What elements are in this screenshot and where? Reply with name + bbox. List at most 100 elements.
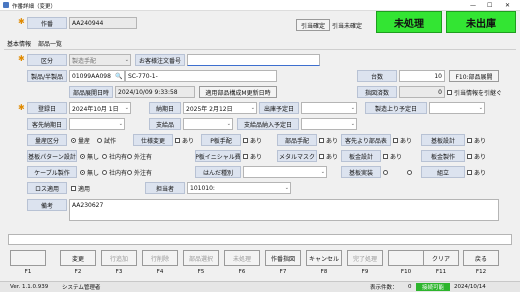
message-bar xyxy=(8,234,512,245)
check-box[interactable] xyxy=(467,137,472,143)
kyaku-buhin-checkbox[interactable]: あり xyxy=(393,134,412,146)
fkey-label: F1 xyxy=(24,269,32,275)
hanrou-seisaku-checkbox[interactable]: あり xyxy=(467,150,486,162)
fkey-button-f2[interactable]: 変更 xyxy=(60,250,96,266)
radio-on[interactable] xyxy=(80,169,85,175)
shikyu-field[interactable]: ⌄ xyxy=(183,118,233,130)
fkey-button-f1[interactable] xyxy=(10,250,46,266)
maximize-icon[interactable]: ☐ xyxy=(487,0,492,11)
biko-textarea[interactable]: AA230627 xyxy=(69,199,499,221)
connection-badge: 接続可能 xyxy=(416,283,451,291)
buhin-tehai-checkbox[interactable]: あり xyxy=(319,134,338,146)
tab-basic-info[interactable]: 基本情報 xyxy=(7,39,31,48)
ryousan-radio-mass[interactable]: 量産 xyxy=(71,134,90,146)
fkey-label: F3 xyxy=(115,269,123,275)
seihin-label: 製品/半製品 xyxy=(27,70,67,82)
chevron-down-icon: ⌄ xyxy=(124,57,129,63)
search-icon[interactable]: 🔍 xyxy=(115,70,122,82)
f10-expand-button[interactable]: F10:部品展開 xyxy=(449,70,499,82)
radio-off[interactable] xyxy=(102,153,107,159)
fkey-button-f9[interactable]: 完了処理 xyxy=(347,250,383,266)
opt-text: あり xyxy=(474,169,487,177)
lot-checkbox[interactable]: 適用 xyxy=(71,182,90,194)
check-box[interactable] xyxy=(393,137,398,143)
radio-off[interactable] xyxy=(383,169,388,175)
close-icon[interactable]: ✕ xyxy=(505,0,510,11)
tekiyo-update-button[interactable]: 適用部品構成M更新日時 xyxy=(199,86,277,98)
opt-text: 量産 xyxy=(78,137,91,145)
cable-radio-inhouse[interactable]: 社内有 xyxy=(102,166,127,178)
handa-select[interactable]: ⌄ xyxy=(243,166,327,178)
kumitate-checkbox[interactable]: あり xyxy=(467,166,486,178)
pattern-radio-inhouse[interactable]: 社内有 xyxy=(102,150,127,162)
check-box[interactable] xyxy=(71,185,76,191)
shiji-field: 0 xyxy=(399,86,445,98)
fkey-button-f6[interactable]: 未処理 xyxy=(224,250,260,266)
kyakusaki-field[interactable] xyxy=(187,54,320,66)
shukka-field[interactable]: ⌄ xyxy=(301,102,357,114)
minimize-icon[interactable]: — xyxy=(470,0,476,11)
handa-label: はんだ種別 xyxy=(195,166,241,178)
ryousan-radio-trial[interactable]: 試作 xyxy=(97,134,116,146)
check-box[interactable] xyxy=(319,153,324,159)
seihin-name-field[interactable]: SC-770-1- xyxy=(125,70,277,82)
radio-off[interactable] xyxy=(127,169,132,175)
fkey-button-f8[interactable]: キャンセル xyxy=(306,250,342,266)
buhin-tenkai-field: 2024/10/09 9:33:58 xyxy=(115,86,195,98)
user-text: システム管理者 xyxy=(62,285,101,291)
fkey-label: F12 xyxy=(475,269,487,275)
kiban-jissou-radio-hand[interactable] xyxy=(407,166,414,178)
chevron-down-icon: ⌄ xyxy=(226,121,231,127)
check-box[interactable] xyxy=(243,153,248,159)
check-box[interactable] xyxy=(383,153,388,159)
hikiate-confirm-button[interactable]: 引当確定 xyxy=(296,19,330,31)
kyaku-nouki-field[interactable]: ⌄ xyxy=(69,118,125,130)
opt-text: 外注有 xyxy=(134,169,153,177)
fkey-button-f12[interactable]: 戻る xyxy=(463,250,499,266)
check-box[interactable] xyxy=(467,169,472,175)
fkey-button-f3[interactable]: 行追加 xyxy=(101,250,137,266)
fkey-button-f11[interactable]: クリア xyxy=(423,250,459,266)
kiban-sekkei-checkbox[interactable]: あり xyxy=(467,134,486,146)
radio-on[interactable] xyxy=(71,137,76,143)
check-box[interactable] xyxy=(175,137,180,143)
radio-off[interactable] xyxy=(102,169,107,175)
tantou-select[interactable]: 101010: ⌄ xyxy=(187,182,291,194)
seizo-agari-field[interactable]: ⌄ xyxy=(429,102,485,114)
kiban-jissou-radio-machine[interactable] xyxy=(383,166,390,178)
radio-off[interactable] xyxy=(127,153,132,159)
pattern-radio-outsource[interactable]: 外注有 xyxy=(127,150,152,162)
fkey-button-f5[interactable]: 部品選択 xyxy=(183,250,219,266)
shiyou-checkbox[interactable]: あり xyxy=(175,134,194,146)
daisu-field[interactable]: 10 xyxy=(399,70,445,82)
nouki-field[interactable]: 2025年 2月12日 ⌄ xyxy=(183,102,257,114)
tantou-value: 101010: xyxy=(190,184,215,192)
fkey-label: F2 xyxy=(74,269,82,275)
fkey-button-f4[interactable]: 行削除 xyxy=(142,250,178,266)
fkey-button-f7[interactable]: 作番指図 xyxy=(265,250,301,266)
opt-text: あり xyxy=(474,137,487,145)
kubun-select[interactable]: 製造手配 ⌄ xyxy=(69,54,131,66)
radio-off[interactable] xyxy=(407,169,412,175)
hikitsugu-check-box[interactable] xyxy=(447,89,452,95)
check-box[interactable] xyxy=(243,137,248,143)
check-box[interactable] xyxy=(467,153,472,159)
check-box[interactable] xyxy=(319,137,324,143)
cable-radio-outsource[interactable]: 外注有 xyxy=(127,166,152,178)
metal-mask-checkbox[interactable]: あり xyxy=(319,150,338,162)
tab-parts-list[interactable]: 部品一覧 xyxy=(38,39,62,48)
torokubi-field[interactable]: 2024年10月 1日 ⌄ xyxy=(69,102,131,114)
pattern-radio-none[interactable]: 無し xyxy=(80,150,99,162)
fkey-button-f10[interactable] xyxy=(388,250,424,266)
p-initial-checkbox[interactable]: あり xyxy=(243,150,262,162)
fkey-label: F4 xyxy=(156,269,164,275)
cable-radio-none[interactable]: 無し xyxy=(80,166,99,178)
chevron-down-icon: ⌄ xyxy=(350,121,355,127)
radio-on[interactable] xyxy=(80,153,85,159)
p-seisaku-checkbox[interactable]: あり xyxy=(243,134,262,146)
radio-off[interactable] xyxy=(97,137,102,143)
saku-field[interactable]: AA240944 xyxy=(69,17,137,29)
hikitsugu-checkbox[interactable]: 引当情報を引継ぐ xyxy=(447,86,502,98)
hanrou-checkbox[interactable]: あり xyxy=(383,150,402,162)
shikyu-nyuka-field[interactable]: ⌄ xyxy=(301,118,357,130)
